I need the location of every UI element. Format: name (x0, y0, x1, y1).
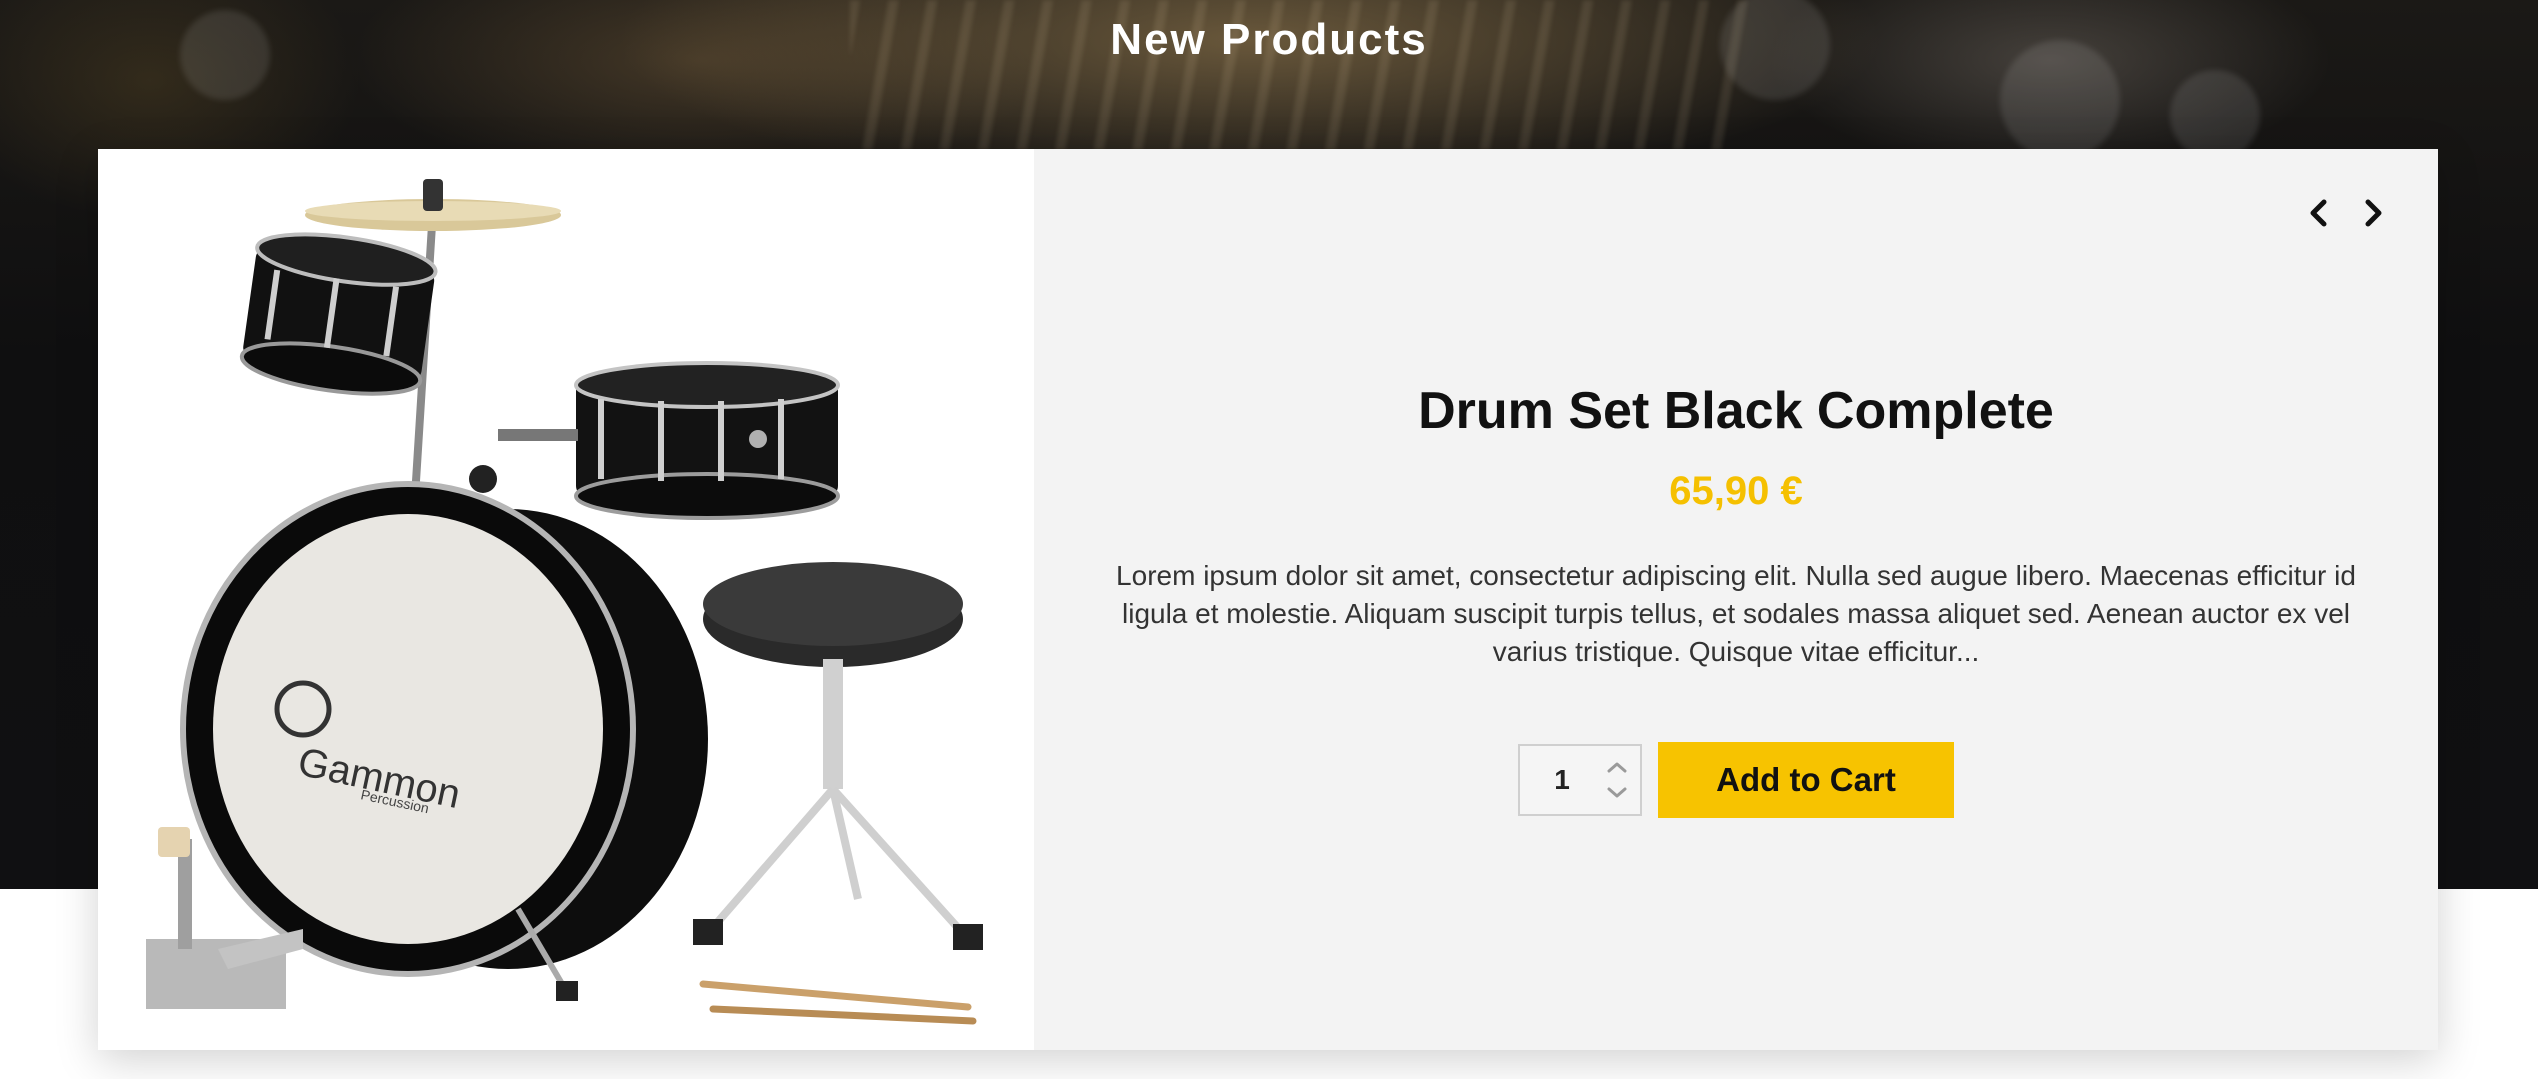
product-price: 65,90 € (1669, 469, 1803, 513)
chevron-down-icon (1607, 787, 1627, 798)
bokeh-light (2170, 70, 2260, 160)
chevron-right-icon (2365, 199, 2382, 227)
section-title: New Products (1110, 15, 1428, 64)
quantity-input[interactable]: 1 (1520, 764, 1604, 796)
chevron-up-icon (1607, 762, 1627, 773)
quantity-decrease-button[interactable] (1604, 782, 1630, 804)
product-image: Gammon Percussion (98, 149, 1034, 1050)
previous-button[interactable] (2302, 197, 2334, 229)
drum-set-illustration: Gammon Percussion (146, 179, 983, 1025)
quantity-stepper[interactable]: 1 (1518, 744, 1642, 816)
product-description: Lorem ipsum dolor sit amet, consectetur … (1116, 560, 2356, 667)
carousel-nav (2302, 197, 2390, 229)
quantity-increase-button[interactable] (1604, 756, 1630, 778)
add-to-cart-button[interactable]: Add to Cart (1658, 742, 1954, 818)
add-to-cart-form: 1 Add to Cart (1034, 742, 2438, 818)
quantity-stepper-arrows (1604, 756, 1630, 804)
product-card: Gammon Percussion Drum Set Black Complet… (98, 149, 2438, 1050)
product-info: Drum Set Black Complete 65,90 € Lorem ip… (1034, 149, 2438, 1050)
product-name[interactable]: Drum Set Black Complete (1034, 381, 2438, 441)
chevron-left-icon (2310, 199, 2327, 227)
next-button[interactable] (2358, 197, 2390, 229)
